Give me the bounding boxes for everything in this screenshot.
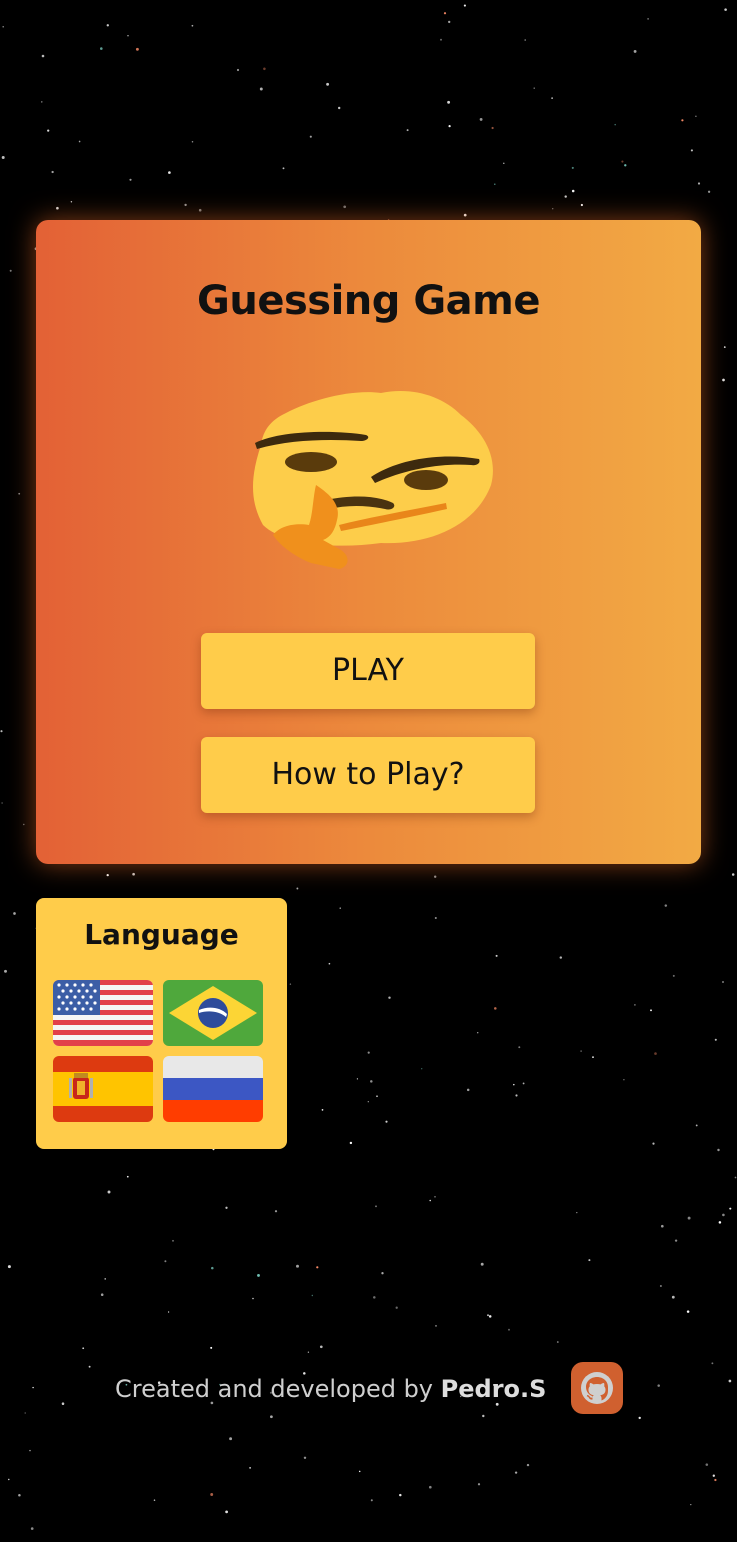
footer-author: Pedro.S bbox=[440, 1375, 547, 1403]
language-title: Language bbox=[84, 918, 239, 951]
flag-usa-icon[interactable] bbox=[53, 980, 153, 1046]
github-icon[interactable] bbox=[571, 1362, 623, 1414]
thinking-face-icon bbox=[253, 391, 493, 569]
footer-text: Created and developed by bbox=[115, 1375, 434, 1403]
game-title: Guessing Game bbox=[197, 278, 540, 324]
flag-russia-icon[interactable] bbox=[163, 1056, 263, 1122]
footer-credits: Created and developed by Pedro.S bbox=[115, 1372, 546, 1406]
play-button[interactable]: PLAY bbox=[201, 633, 535, 709]
flag-brazil-icon[interactable] bbox=[163, 980, 263, 1046]
language-panel: Language bbox=[36, 898, 287, 1149]
how-to-play-button[interactable]: How to Play? bbox=[201, 737, 535, 813]
flag-spain-icon[interactable] bbox=[53, 1056, 153, 1122]
game-card: Guessing Game PLAY How to Play? bbox=[36, 220, 701, 864]
